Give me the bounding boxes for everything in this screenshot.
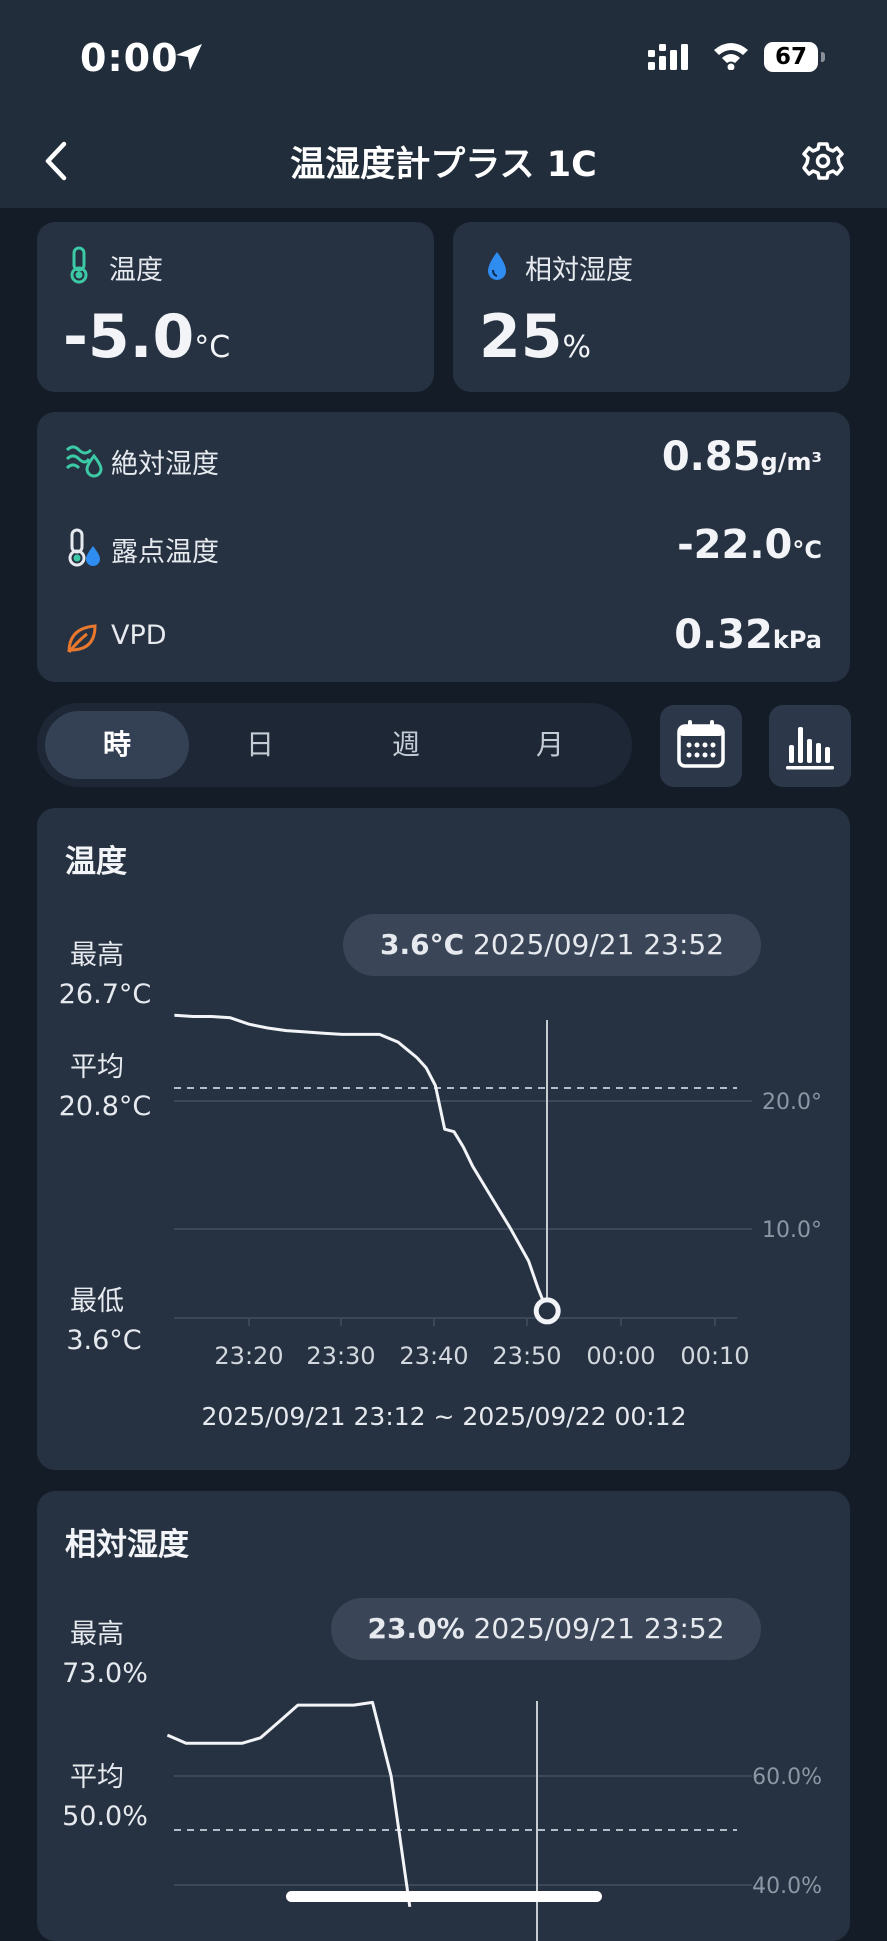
x-tick-label: 23:40 [399,1342,468,1368]
calendar-icon [677,720,725,768]
temperature-card[interactable]: 温度 -5.0°C [37,222,434,392]
date-range: 2025/09/21 23:12 ~ 2025/09/22 00:12 [201,1402,687,1431]
water-drop-icon [488,252,506,280]
x-tick [433,1318,435,1326]
calendar-button[interactable] [660,705,742,787]
tab-month[interactable]: 月 [478,703,622,787]
x-tick-label: 23:30 [306,1342,375,1368]
humidity-unit: % [562,330,592,365]
humidity-card[interactable]: 相対湿度 25% [453,222,850,392]
x-tick-label: 00:10 [680,1342,749,1368]
nav-bar: 温湿度計プラス 1C [0,118,887,208]
metric-label: 露点温度 [111,537,219,568]
metric-label: VPD [111,620,167,651]
x-tick [340,1318,342,1326]
x-tick [620,1318,622,1326]
tab-week[interactable]: 週 [334,703,478,787]
humidity-chart[interactable]: 60.0% 40.0% [37,1491,850,1941]
wave-drop-icon [65,445,103,478]
bar-chart-icon [786,727,834,770]
x-tick [248,1318,250,1326]
humidity-label: 相対湿度 [525,255,633,286]
humidity-value: 25% [479,302,592,372]
metric-value: -22.0°C [677,522,822,568]
x-tick-label: 23:20 [214,1342,283,1368]
y-tick-label: 60.0% [752,1765,822,1790]
metric-value: 0.85g/m³ [661,434,822,480]
x-tick [714,1318,716,1326]
temperature-unit: °C [194,330,231,365]
y-tick-label: 10.0° [762,1218,822,1243]
thermo-drop-icon [68,528,100,567]
signal-icon [648,44,688,70]
tab-hour[interactable]: 時 [45,711,189,779]
period-tabs: 時 日 週 月 [37,703,632,787]
home-indicator [286,1891,602,1902]
temperature-chart[interactable]: 20.0° 10.0° 23:20 23:30 23:40 23:50 00:0… [37,808,850,1368]
y-tick-label: 20.0° [762,1090,822,1115]
metric-value: 0.32kPa [674,612,822,658]
tab-day[interactable]: 日 [188,703,332,787]
temperature-chart-card: 温度 最高 26.7°C 平均 20.8°C 最低 3.6°C 3.6°C 20… [37,808,850,1470]
temperature-label: 温度 [109,255,163,286]
chart-type-button[interactable] [769,705,851,787]
gear-icon[interactable] [800,136,846,186]
status-bar: 0:00 67 [0,0,887,118]
metric-label: 絶対湿度 [111,449,219,480]
x-tick-label: 00:00 [586,1342,655,1368]
y-tick-label: 40.0% [752,1874,822,1899]
series-line [166,1700,412,1908]
status-time: 0:00 [80,36,179,80]
thermometer-icon [70,246,88,284]
location-arrow-icon [176,44,202,70]
x-tick-label: 23:50 [492,1342,561,1368]
battery-tip [821,52,825,62]
humidity-chart-card: 相対湿度 最高 73.0% 平均 50.0% 23.0% 2025/09/21 … [37,1491,850,1941]
wifi-icon [714,43,748,70]
series-line [174,1013,549,1312]
x-tick [526,1318,528,1326]
temperature-value: -5.0°C [63,302,231,372]
metrics-card: 絶対湿度 0.85g/m³ 露点温度 -22.0°C VPD 0.32kPa [37,412,850,682]
leaf-icon [67,624,97,653]
cursor-point [533,1297,561,1325]
battery-indicator: 67 [764,42,818,72]
page-title: 温湿度計プラス 1C [290,145,597,185]
